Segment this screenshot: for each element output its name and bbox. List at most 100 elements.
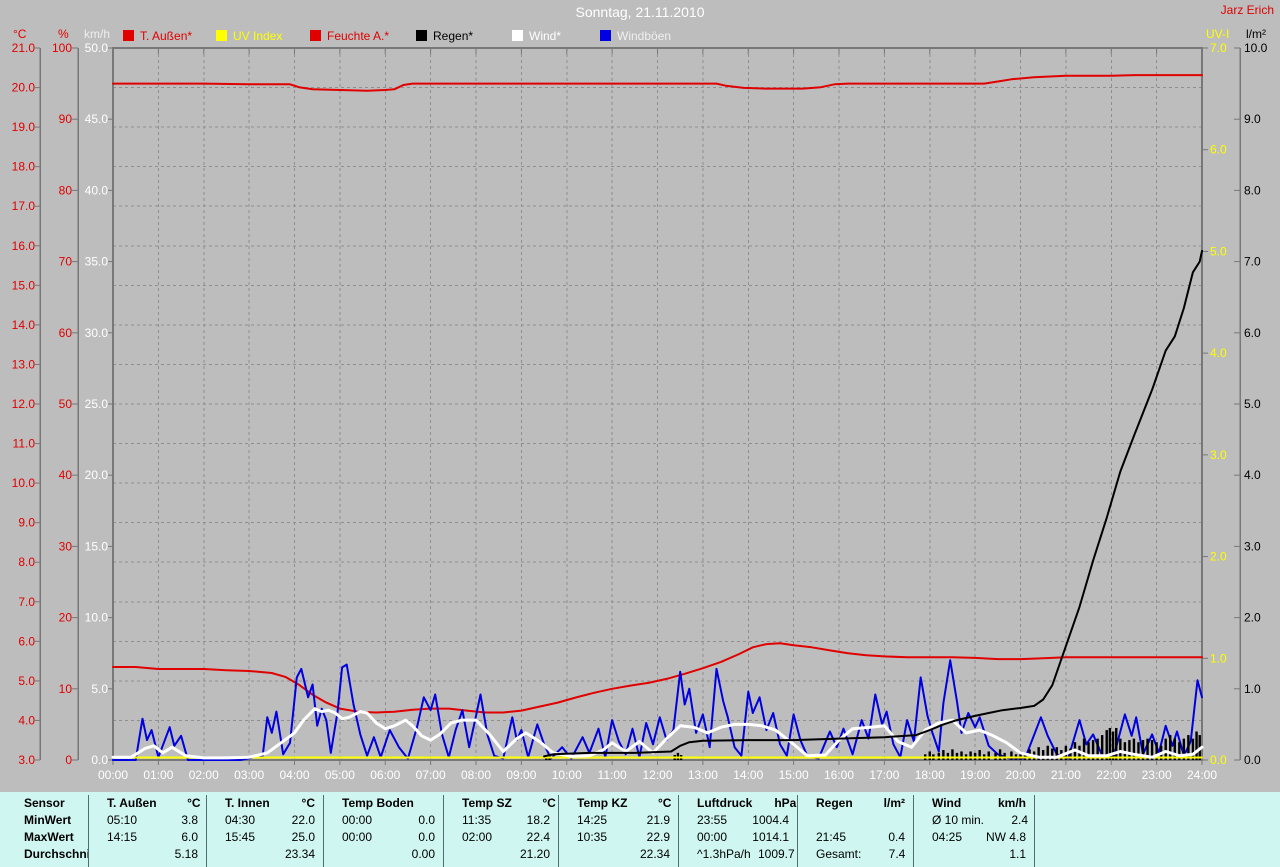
stats-col-temp-sz: Temp SZ °C 11:35 18.2 02:00 22.4 21.20 xyxy=(443,795,558,867)
percent-label: 80 xyxy=(59,183,73,197)
stat-value: 21.9 xyxy=(646,813,670,827)
stats-col-unit: °C xyxy=(301,796,315,810)
stat-value: 6.0 xyxy=(181,830,198,844)
stats-value-row-0: 11:35 18.2 xyxy=(444,812,558,829)
stat-value: 3.8 xyxy=(181,813,198,827)
stat-value: 23.34 xyxy=(284,847,315,861)
kmh-label: 15.0 xyxy=(85,539,109,553)
percent-label: 30 xyxy=(59,539,73,553)
stat-value: 7.4 xyxy=(888,847,906,861)
series-feuchte-a- xyxy=(112,74,1203,92)
stat-time: 04:30 xyxy=(225,813,256,827)
stat-time xyxy=(444,846,506,863)
celsius-label: 3.0 xyxy=(18,753,35,767)
series-regen-rate--bar xyxy=(1010,751,1013,760)
stat-time: 00:00 xyxy=(697,830,728,844)
stat-value: 0.0 xyxy=(418,813,435,827)
stats-col-unit: l/m² xyxy=(883,796,905,810)
stats-col-regen: Regen l/m² 21:45 0.4 Gesamt: 7.4 xyxy=(797,795,913,867)
stat-value: 1004.4 xyxy=(752,813,789,827)
series-regen-rate--bar xyxy=(973,752,977,760)
uv-label: 3.0 xyxy=(1210,448,1227,462)
stats-col-unit: hPa xyxy=(774,796,797,810)
celsius-label: 17.0 xyxy=(12,199,36,213)
time-label: 14:00 xyxy=(733,768,763,782)
time-label: 02:00 xyxy=(189,768,219,782)
stats-value-row-1: 14:15 6.0 xyxy=(89,829,206,846)
stats-value-row-1: 04:25 NW 4.8 xyxy=(914,829,1034,846)
stats-header: Temp Boden°C xyxy=(324,795,443,812)
series-regen-rate--bar xyxy=(955,752,959,760)
stats-value-row-2: 1.1 xyxy=(914,846,1034,863)
time-label: 09:00 xyxy=(506,768,536,782)
stat-time: 15:45 xyxy=(225,830,256,844)
stats-value-row-1: 00:00 1014.1 xyxy=(679,829,797,846)
celsius-label: 12.0 xyxy=(12,397,36,411)
kmh-label: 20.0 xyxy=(85,468,109,482)
row-label-text: Durchschnitt xyxy=(24,847,88,861)
kmh-label: 30.0 xyxy=(85,326,109,340)
stats-col-name: Temp SZ xyxy=(462,796,512,810)
series-regen-rate--bar xyxy=(1003,752,1006,760)
stat-value: 2.4 xyxy=(1011,813,1029,827)
celsius-label: 5.0 xyxy=(18,674,35,688)
time-label: 07:00 xyxy=(416,768,446,782)
stat-time: Ø 10 min. xyxy=(932,813,985,827)
time-label: 04:00 xyxy=(279,768,309,782)
stats-value-row-2: 22.34 xyxy=(559,846,678,863)
stats-value-row-2: 0.00 xyxy=(324,846,443,863)
stats-value-row-2: ^1.3hPa/h 1009.7 xyxy=(679,846,797,863)
stat-time xyxy=(914,846,982,863)
stats-table: SensorMinWertMaxWertDurchschnittT. Außen… xyxy=(0,792,1280,867)
celsius-label: 7.0 xyxy=(18,595,35,609)
time-label: 21:00 xyxy=(1051,768,1081,782)
percent-label: 20 xyxy=(59,611,73,625)
uv-label: 5.0 xyxy=(1210,244,1227,258)
stats-col-name: Wind xyxy=(932,796,962,810)
percent-label: 0 xyxy=(65,753,72,767)
stats-value-row-2: 21.20 xyxy=(444,846,558,863)
stat-time: 00:00 xyxy=(342,813,373,827)
celsius-label: 15.0 xyxy=(12,278,36,292)
celsius-label: 9.0 xyxy=(18,516,35,530)
celsius-label: 10.0 xyxy=(12,476,36,490)
stats-col-wind: Wind km/h Ø 10 min. 2.4 04:25 NW 4.8 1.1 xyxy=(913,795,1035,867)
stats-col-unit: °C xyxy=(657,796,672,810)
series-regen-rate--bar xyxy=(978,750,981,760)
stat-value: 1.1 xyxy=(1009,847,1026,861)
stat-time: 21:45 xyxy=(816,830,847,844)
stat-value: 22.34 xyxy=(639,847,670,861)
celsius-label: 14.0 xyxy=(12,318,36,332)
series-regen-rate--bar xyxy=(928,751,931,760)
kmh-label: 35.0 xyxy=(85,255,109,269)
stat-time: Gesamt: xyxy=(816,847,862,861)
series-regen-rate--bar xyxy=(1111,731,1115,760)
row-label-text: MinWert xyxy=(24,813,72,827)
kmh-label: 5.0 xyxy=(91,682,108,696)
stat-time: 02:00 xyxy=(462,830,493,844)
lm2-label: 1.0 xyxy=(1244,682,1261,696)
kmh-label: 0.0 xyxy=(91,753,108,767)
stat-value: 1014.1 xyxy=(752,830,789,844)
weather-chart: 00:00 01:00 02:00 03:00 04:00 05:00 06:00 07:00… xyxy=(12,41,1268,782)
stat-time xyxy=(559,846,626,863)
stats-value-row-0: 05:10 3.8 xyxy=(89,812,206,829)
stats-header: Temp SZ °C xyxy=(444,795,558,812)
percent-label: 50 xyxy=(59,397,73,411)
stats-value-row-0 xyxy=(798,812,913,829)
stat-value: NW 4.8 xyxy=(985,830,1026,844)
stats-col-name: Regen xyxy=(816,796,853,810)
stats-header: Wind km/h xyxy=(914,795,1034,812)
stats-col-name: Temp Boden xyxy=(342,796,414,810)
stat-time xyxy=(207,846,271,863)
time-label: 17:00 xyxy=(869,768,899,782)
stat-value: 0.0 xyxy=(418,830,435,844)
celsius-label: 13.0 xyxy=(12,357,36,371)
series-regen-rate--bar xyxy=(987,751,990,760)
stats-value-row-1: 00:00 0.0 xyxy=(324,829,443,846)
series-regen-rate--bar xyxy=(942,750,945,760)
stats-col-unit: °C xyxy=(414,795,443,812)
lm2-label: 6.0 xyxy=(1244,326,1261,340)
row-label-1: MinWert xyxy=(0,812,88,829)
series-regen-rate--bar xyxy=(1169,735,1172,760)
